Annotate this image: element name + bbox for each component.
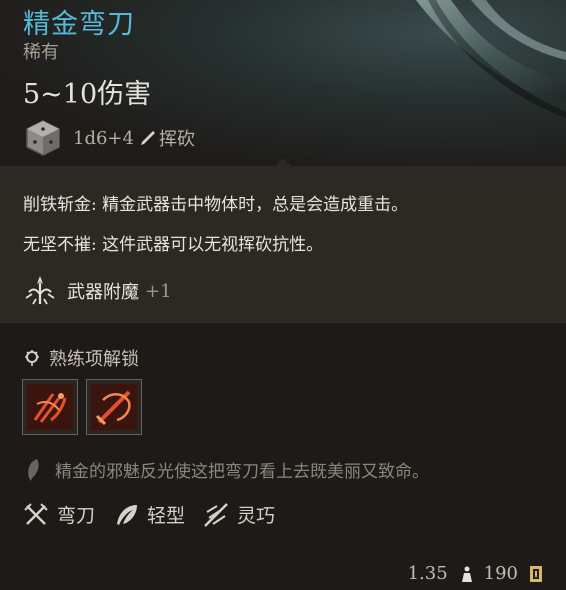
flavor-row: 精金的邪魅反光使这把弯刀看上去既美丽又致命。	[23, 457, 429, 482]
item-rarity: 稀有	[23, 42, 59, 63]
passive-2: 无坚不摧: 这件武器可以无视挥砍抗性。	[23, 235, 324, 255]
proficiency-action-slot[interactable]	[86, 379, 142, 435]
dice-icon	[26, 120, 60, 156]
passives-section: 削铁斩金: 精金武器击中物体时，总是会造成重击。 无坚不摧: 这件武器可以无视挥…	[0, 166, 566, 323]
flourish-attack-icon	[27, 384, 73, 430]
finesse-icon	[204, 502, 228, 527]
enchantment-icon	[25, 276, 55, 305]
proficiency-section: 熟练项解锁 精金的邪魅反光使这把弯刀看上去既美丽又致命。 弯刀 轻型 灵巧 1.…	[0, 323, 566, 590]
tag-label: 轻型	[147, 505, 186, 527]
tag-label: 弯刀	[57, 505, 96, 527]
proficiency-action-slot[interactable]	[22, 379, 78, 435]
feather-icon	[117, 504, 138, 525]
weight-value: 1.35	[407, 563, 448, 584]
dice-row: 1d6+4 挥砍	[23, 118, 195, 158]
enchantment-value: +1	[145, 280, 172, 302]
slash-icon	[140, 131, 155, 145]
proficiency-label: 熟练项解锁	[49, 349, 139, 370]
crossed-swords-icon	[24, 502, 48, 525]
dice-value: 1d6+4	[73, 127, 134, 149]
item-tooltip: 精金弯刀 稀有 5~10伤害 1d6+4 挥砍 削铁斩金: 精金武器击中物体时，…	[0, 0, 566, 590]
item-damage: 5~10伤害	[23, 79, 152, 110]
scimitar-art	[416, 0, 566, 118]
slash-attack-icon	[91, 384, 137, 430]
tooltip-footer: 1.35 190	[408, 563, 544, 584]
unlock-icon	[25, 350, 39, 366]
price-value: 190	[483, 563, 518, 584]
tag-finesse: 灵巧	[203, 501, 275, 528]
tag-label: 灵巧	[237, 505, 276, 527]
item-name: 精金弯刀	[23, 9, 135, 40]
weight-icon	[461, 566, 472, 582]
enchantment-label: 武器附魔	[67, 282, 139, 303]
tag-scimitar: 弯刀	[23, 501, 95, 528]
gold-coin-icon	[530, 565, 542, 582]
tag-light: 轻型	[113, 501, 185, 528]
tags-row: 弯刀 轻型 灵巧	[23, 501, 293, 528]
flavor-text: 精金的邪魅反光使这把弯刀看上去既美丽又致命。	[55, 462, 429, 482]
proficiency-header: 熟练项解锁	[23, 345, 139, 371]
enchantment-row: 武器附魔 +1	[23, 274, 172, 308]
passive-1: 削铁斩金: 精金武器击中物体时，总是会造成重击。	[23, 195, 409, 215]
tooltip-header: 精金弯刀 稀有 5~10伤害 1d6+4 挥砍	[0, 0, 566, 166]
quill-icon	[28, 458, 39, 481]
divider-notch	[275, 158, 291, 166]
damage-type: 挥砍	[158, 129, 195, 150]
